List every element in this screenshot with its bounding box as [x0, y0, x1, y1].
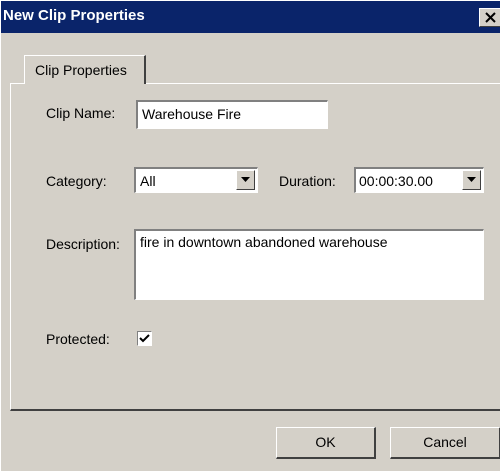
duration-label: Duration:	[279, 173, 336, 189]
protected-checkbox[interactable]	[137, 331, 152, 346]
window-title: New Clip Properties	[3, 7, 145, 24]
tab-clip-properties[interactable]: Clip Properties	[24, 55, 146, 84]
clip-name-input[interactable]: Warehouse Fire	[136, 100, 328, 129]
clip-name-value: Warehouse Fire	[142, 106, 242, 122]
category-select[interactable]: All	[134, 167, 258, 193]
checkmark-icon	[139, 334, 150, 343]
category-value: All	[140, 173, 156, 189]
dialog-window: New Clip Properties Clip Properties Clip…	[0, 0, 500, 471]
category-dropdown-button[interactable]	[236, 170, 255, 190]
category-label: Category:	[46, 173, 107, 189]
cancel-button[interactable]: Cancel	[390, 427, 500, 459]
duration-value: 00:00:30.00	[359, 173, 433, 189]
duration-select[interactable]: 00:00:30.00	[354, 167, 484, 193]
tab-label: Clip Properties	[35, 62, 127, 78]
close-button[interactable]	[479, 8, 500, 27]
duration-dropdown-button[interactable]	[462, 170, 481, 190]
chevron-down-icon	[467, 177, 476, 182]
description-textarea[interactable]: fire in downtown abandoned warehouse	[134, 229, 484, 300]
close-icon	[485, 12, 496, 23]
ok-button[interactable]: OK	[276, 427, 376, 459]
clip-name-label: Clip Name:	[46, 105, 116, 121]
chevron-down-icon	[241, 177, 250, 182]
protected-label: Protected:	[46, 331, 110, 347]
description-value: fire in downtown abandoned warehouse	[140, 234, 388, 250]
description-label: Description:	[46, 236, 120, 252]
title-bar[interactable]: New Clip Properties	[1, 1, 500, 33]
